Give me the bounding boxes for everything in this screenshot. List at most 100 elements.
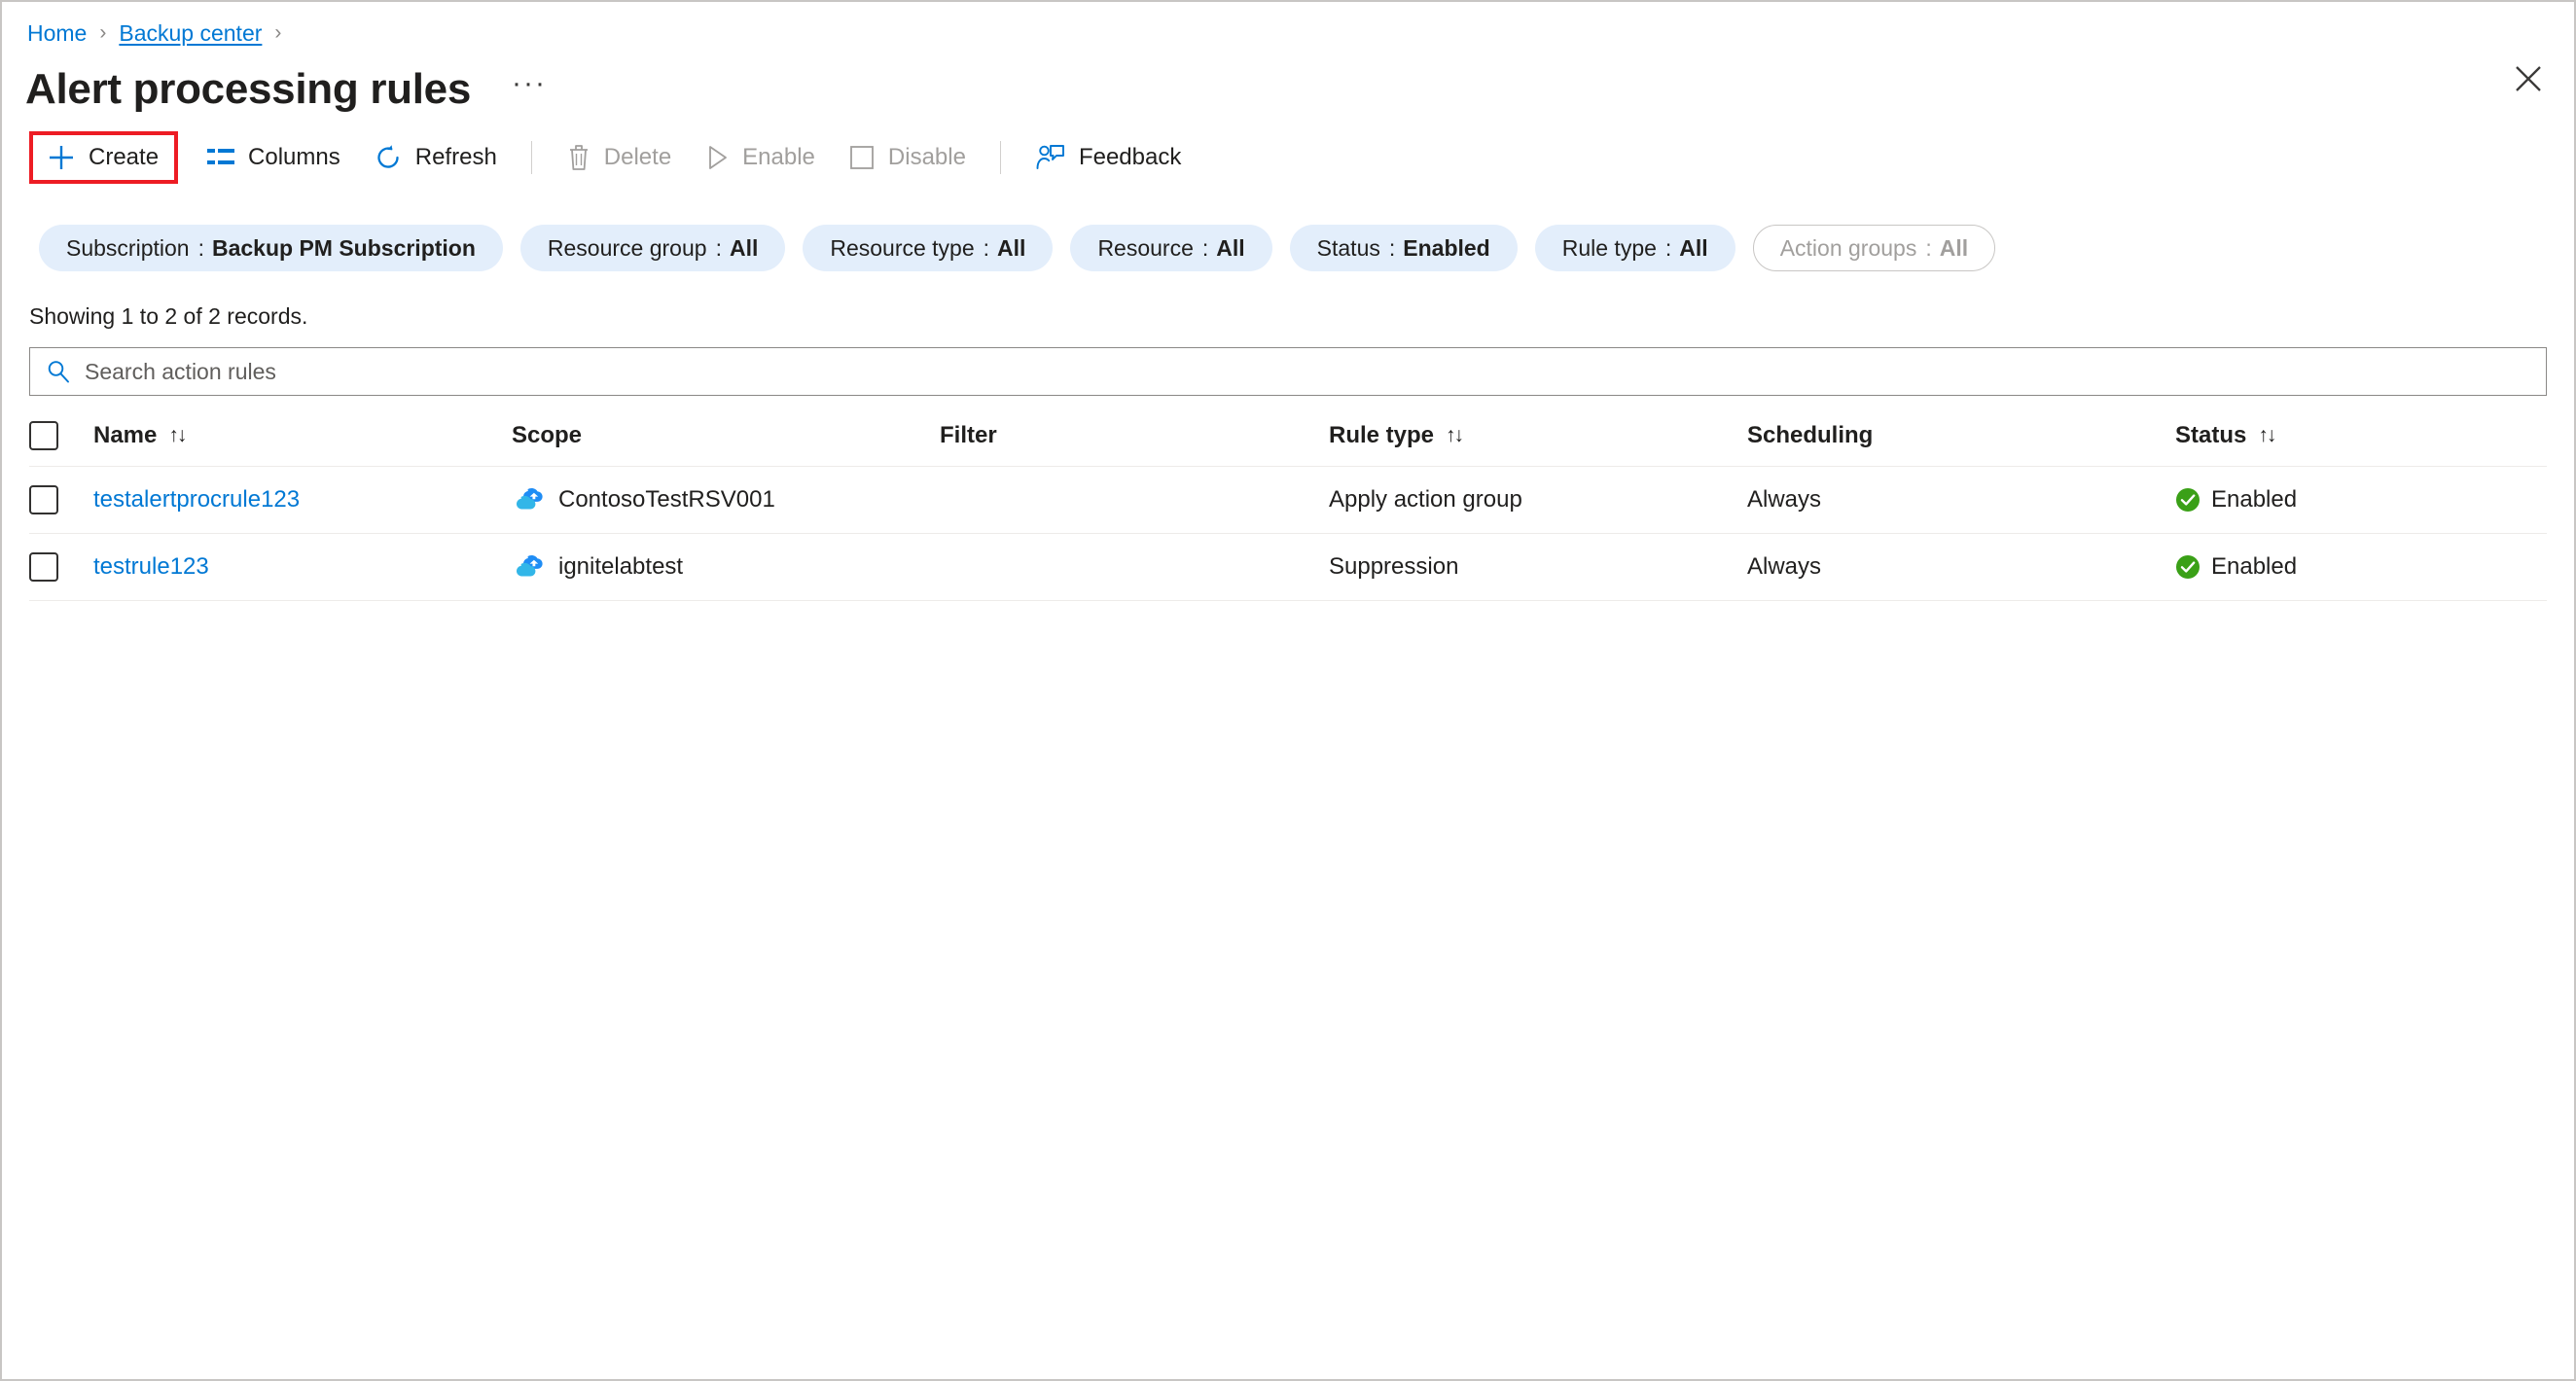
column-header-filter[interactable]: Filter bbox=[940, 407, 1329, 467]
feedback-button-label: Feedback bbox=[1078, 144, 1182, 170]
close-icon[interactable] bbox=[2508, 58, 2549, 99]
column-header-rule-type[interactable]: Rule type ↑↓ bbox=[1329, 407, 1747, 467]
alert-processing-rules-table: Name ↑↓ Scope Filter Rule type ↑↓ Schedu… bbox=[29, 407, 2547, 601]
page-title: Alert processing rules bbox=[25, 65, 471, 113]
column-header-scheduling-label: Scheduling bbox=[1747, 422, 1874, 448]
table-row[interactable]: testrule123 ignitelabtest Suppression Al… bbox=[29, 533, 2547, 601]
trash-icon bbox=[566, 143, 591, 172]
filter-pill-resource-group-value: All bbox=[729, 234, 759, 261]
column-header-name[interactable]: Name ↑↓ bbox=[93, 407, 512, 467]
filter-pill-resource[interactable]: Resource : All bbox=[1070, 225, 1272, 271]
columns-icon bbox=[206, 146, 235, 169]
empty-space bbox=[29, 601, 2547, 1379]
filter-pill-resource-group[interactable]: Resource group : All bbox=[519, 225, 786, 271]
search-icon bbox=[46, 359, 71, 384]
search-box[interactable] bbox=[29, 347, 2547, 396]
columns-button[interactable]: Columns bbox=[190, 137, 357, 178]
table-row[interactable]: testalertprocrule123 ContosoTestRSV001 A… bbox=[29, 466, 2547, 534]
breadcrumb: Home › Backup center › bbox=[2, 2, 2574, 51]
square-icon bbox=[848, 144, 876, 171]
column-header-scheduling[interactable]: Scheduling bbox=[1747, 407, 2175, 467]
filter-pill-subscription-value: Backup PM Subscription bbox=[211, 234, 476, 261]
filter-bar: Subscription : Backup PM Subscription Re… bbox=[2, 193, 2574, 282]
row-scheduling-cell: Always bbox=[1747, 533, 2175, 601]
column-header-status[interactable]: Status ↑↓ bbox=[2175, 407, 2547, 467]
row-select-cell bbox=[29, 533, 93, 601]
row-select-cell bbox=[29, 466, 93, 534]
plus-icon bbox=[47, 143, 76, 172]
row-status-cell: Enabled bbox=[2175, 533, 2547, 601]
column-header-filter-label: Filter bbox=[940, 422, 997, 448]
filter-pill-resource-label: Resource bbox=[1097, 234, 1194, 261]
delete-button-label: Delete bbox=[603, 144, 672, 170]
select-all-checkbox[interactable] bbox=[29, 421, 58, 450]
enable-button[interactable]: Enable bbox=[688, 134, 832, 181]
refresh-button[interactable]: Refresh bbox=[357, 134, 514, 181]
filter-pill-resource-group-label: Resource group bbox=[547, 234, 707, 261]
sort-icon-status[interactable]: ↑↓ bbox=[2258, 424, 2276, 447]
sort-icon-name[interactable]: ↑↓ bbox=[168, 424, 187, 447]
row-scope-cell: ContosoTestRSV001 bbox=[512, 466, 940, 534]
recovery-services-vault-icon bbox=[517, 555, 543, 577]
check-circle-icon bbox=[2176, 488, 2200, 512]
enable-button-label: Enable bbox=[742, 144, 815, 170]
row-scheduling-cell: Always bbox=[1747, 466, 2175, 534]
filter-pill-rule-type[interactable]: Rule type : All bbox=[1534, 225, 1735, 271]
refresh-button-label: Refresh bbox=[414, 144, 497, 170]
row-filter-cell bbox=[940, 466, 1329, 534]
row-name-cell: testalertprocrule123 bbox=[93, 466, 512, 534]
breadcrumb-separator-icon-2: › bbox=[274, 21, 282, 44]
row-checkbox[interactable] bbox=[29, 552, 58, 582]
columns-button-label: Columns bbox=[248, 144, 340, 170]
row-checkbox[interactable] bbox=[29, 485, 58, 514]
feedback-icon bbox=[1035, 143, 1066, 172]
records-count-text: Showing 1 to 2 of 2 records. bbox=[29, 303, 308, 329]
status-badge: Enabled bbox=[2211, 486, 2298, 513]
blade-container: Home › Backup center › Alert processing … bbox=[0, 0, 2576, 1381]
filter-pill-status[interactable]: Status : Enabled bbox=[1289, 225, 1518, 271]
filter-pill-resource-type-label: Resource type bbox=[830, 234, 975, 261]
recovery-services-vault-icon bbox=[517, 488, 543, 510]
filter-pill-subscription-label: Subscription bbox=[66, 234, 190, 261]
select-all-header bbox=[29, 407, 93, 467]
filter-pill-status-value: Enabled bbox=[1403, 234, 1490, 261]
filter-pill-action-groups-value: All bbox=[1939, 234, 1969, 261]
status-badge: Enabled bbox=[2211, 553, 2298, 580]
delete-button[interactable]: Delete bbox=[550, 134, 688, 181]
create-button-highlight: Create bbox=[29, 131, 179, 184]
command-bar: Create Columns Refresh Delete Enable Dis… bbox=[2, 123, 2574, 193]
feedback-button[interactable]: Feedback bbox=[1019, 134, 1198, 181]
refresh-icon bbox=[374, 143, 403, 172]
column-header-rule-type-label: Rule type bbox=[1329, 422, 1435, 448]
scope-name: ignitelabtest bbox=[558, 553, 684, 580]
filter-pill-subscription[interactable]: Subscription : Backup PM Subscription bbox=[39, 225, 503, 271]
table-header-row: Name ↑↓ Scope Filter Rule type ↑↓ Schedu… bbox=[29, 407, 2547, 467]
scope-name: ContosoTestRSV001 bbox=[558, 486, 775, 513]
create-button[interactable]: Create bbox=[33, 135, 174, 180]
filter-pill-action-groups: Action groups : All bbox=[1752, 225, 1996, 271]
sort-icon-rule-type[interactable]: ↑↓ bbox=[1446, 424, 1464, 447]
breadcrumb-item-home[interactable]: Home bbox=[27, 20, 87, 47]
content-area: Showing 1 to 2 of 2 records. Search acti… bbox=[2, 282, 2574, 1379]
filter-pill-resource-value: All bbox=[1216, 234, 1245, 261]
disable-button[interactable]: Disable bbox=[832, 135, 983, 180]
row-rule-type-cell: Apply action group bbox=[1329, 466, 1747, 534]
rule-link[interactable]: testalertprocrule123 bbox=[93, 486, 300, 513]
disable-button-label: Disable bbox=[887, 144, 966, 170]
row-rule-type-cell: Suppression bbox=[1329, 533, 1747, 601]
more-options-icon[interactable]: ··· bbox=[506, 63, 553, 116]
toolbar-divider-2 bbox=[999, 141, 1001, 174]
breadcrumb-item-backup-center[interactable]: Backup center bbox=[119, 20, 262, 47]
row-status-cell: Enabled bbox=[2175, 466, 2547, 534]
filter-pill-resource-type-value: All bbox=[997, 234, 1026, 261]
search-input[interactable] bbox=[83, 348, 2534, 395]
row-filter-cell bbox=[940, 533, 1329, 601]
title-row: Alert processing rules ··· bbox=[2, 51, 2574, 123]
column-header-status-label: Status bbox=[2175, 422, 2247, 448]
filter-pill-resource-type[interactable]: Resource type : All bbox=[803, 225, 1054, 271]
check-circle-icon bbox=[2176, 555, 2200, 579]
breadcrumb-separator-icon: › bbox=[99, 21, 107, 44]
column-header-scope-label: Scope bbox=[512, 422, 583, 448]
column-header-scope[interactable]: Scope bbox=[512, 407, 940, 467]
rule-link[interactable]: testrule123 bbox=[93, 553, 209, 580]
